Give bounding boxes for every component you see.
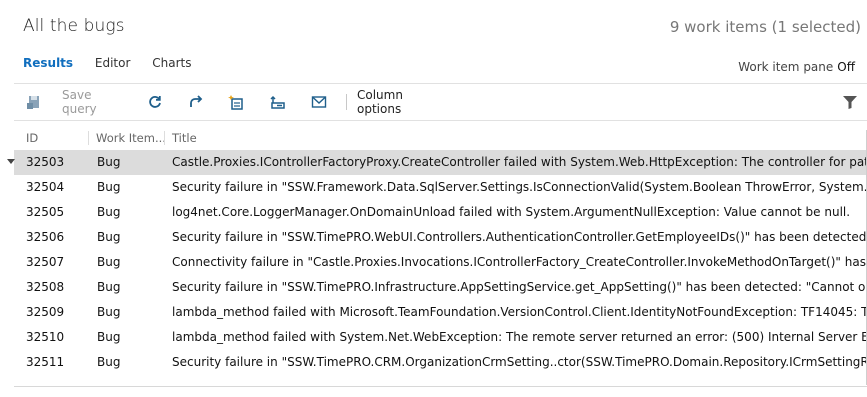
- view-tabs: Results Editor Charts: [23, 56, 209, 70]
- table-row[interactable]: 32505 Bug log4net.Core.LoggerManager.OnD…: [14, 200, 867, 225]
- link-icon[interactable]: [267, 88, 289, 116]
- new-work-item-icon[interactable]: [226, 88, 248, 116]
- row-title: Security failure in "SSW.TimePRO.CRM.Org…: [172, 355, 867, 369]
- row-id: 32511: [26, 355, 65, 369]
- work-item-pane-toggle[interactable]: Work item pane Off: [738, 60, 855, 74]
- row-id: 32508: [26, 280, 65, 294]
- row-type: Bug: [97, 205, 121, 219]
- row-title: log4net.Core.LoggerManager.OnDomainUnloa…: [172, 205, 851, 219]
- row-type: Bug: [97, 255, 121, 269]
- results-grid: 32503 Bug Castle.Proxies.IControllerFact…: [7, 150, 867, 375]
- table-row[interactable]: 32504 Bug Security failure in "SSW.Frame…: [14, 175, 867, 200]
- row-title: Castle.Proxies.IControllerFactoryProxy.C…: [172, 155, 867, 169]
- tab-charts[interactable]: Charts: [152, 56, 191, 70]
- work-item-pane-value[interactable]: Off: [837, 60, 855, 74]
- column-separator: [164, 131, 165, 145]
- table-row[interactable]: 32510 Bug lambda_method failed with Syst…: [14, 325, 867, 350]
- row-type: Bug: [97, 180, 121, 194]
- selected-row-marker-icon: [7, 159, 15, 164]
- refresh-icon[interactable]: [144, 88, 166, 116]
- save-query-label: Save query: [62, 88, 97, 116]
- row-type: Bug: [97, 280, 121, 294]
- row-id: 32505: [26, 205, 65, 219]
- column-header-id[interactable]: ID: [26, 131, 38, 145]
- work-item-pane-label: Work item pane: [738, 60, 834, 74]
- save-query-button[interactable]: Save query: [62, 88, 128, 116]
- row-id: 32506: [26, 230, 65, 244]
- table-row[interactable]: 32509 Bug lambda_method failed with Micr…: [14, 300, 867, 325]
- row-title: lambda_method failed with Microsoft.Team…: [172, 305, 867, 319]
- redo-icon[interactable]: [185, 88, 207, 116]
- page-title: All the bugs: [23, 16, 125, 36]
- divider: [14, 83, 867, 84]
- row-title: Security failure in "SSW.Framework.Data.…: [172, 180, 867, 194]
- table-row[interactable]: 32506 Bug Security failure in "SSW.TimeP…: [14, 225, 867, 250]
- row-title: Security failure in "SSW.TimePRO.WebUI.C…: [172, 230, 867, 244]
- row-type: Bug: [97, 155, 121, 169]
- row-title: Connectivity failure in "Castle.Proxies.…: [172, 255, 867, 269]
- row-type: Bug: [97, 305, 121, 319]
- grid-header: ID Work Item... Title: [14, 128, 867, 150]
- table-row[interactable]: 32508 Bug Security failure in "SSW.TimeP…: [14, 275, 867, 300]
- column-separator: [88, 131, 89, 145]
- toolbar: Save query Column options: [14, 88, 867, 116]
- column-options-button[interactable]: Column options: [357, 88, 449, 116]
- row-type: Bug: [97, 330, 121, 344]
- row-id: 32504: [26, 180, 65, 194]
- table-row[interactable]: 32507 Bug Connectivity failure in "Castl…: [14, 250, 867, 275]
- row-id: 32509: [26, 305, 65, 319]
- column-header-work-item-type[interactable]: Work Item...: [96, 131, 166, 145]
- column-header-title[interactable]: Title: [172, 131, 197, 145]
- row-id: 32503: [26, 155, 65, 169]
- tab-results[interactable]: Results: [23, 56, 73, 70]
- work-item-count: 9 work items (1 selected): [669, 18, 861, 36]
- row-id: 32510: [26, 330, 65, 344]
- row-title: lambda_method failed with System.Net.Web…: [172, 330, 867, 344]
- table-row[interactable]: 32511 Bug Security failure in "SSW.TimeP…: [14, 350, 867, 375]
- table-row[interactable]: 32503 Bug Castle.Proxies.IControllerFact…: [7, 150, 867, 175]
- row-type: Bug: [97, 355, 121, 369]
- toolbar-separator: [346, 94, 347, 110]
- save-icon[interactable]: [24, 88, 44, 116]
- mail-icon[interactable]: [308, 88, 330, 116]
- tab-editor[interactable]: Editor: [95, 56, 131, 70]
- grid-bottom-edge: [14, 386, 867, 387]
- row-type: Bug: [97, 230, 121, 244]
- filter-icon[interactable]: [839, 88, 861, 116]
- column-options-label: Column options: [357, 88, 403, 116]
- row-id: 32507: [26, 255, 65, 269]
- divider: [14, 120, 867, 121]
- row-title: Security failure in "SSW.TimePRO.Infrast…: [172, 280, 867, 294]
